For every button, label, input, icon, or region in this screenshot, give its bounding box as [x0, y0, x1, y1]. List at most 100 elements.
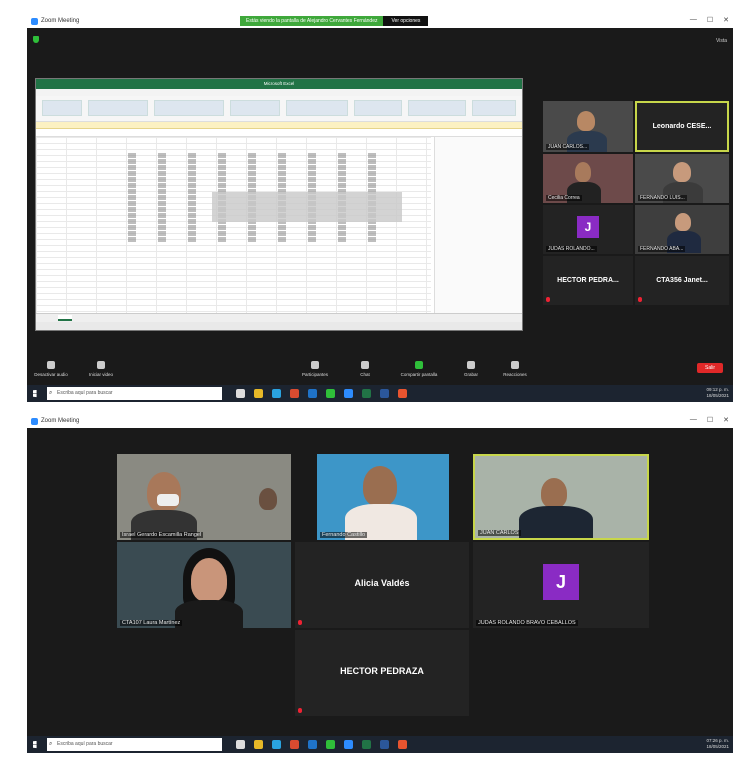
office-icon[interactable]	[290, 389, 299, 398]
window-title: Zoom Meeting	[41, 18, 80, 24]
participant-name: FERNANDO ABA...	[638, 246, 686, 252]
muted-mic-icon	[546, 297, 550, 302]
muted-mic-icon	[298, 620, 302, 625]
excel-icon[interactable]	[362, 740, 371, 749]
participant-tile[interactable]: Israel Gerardo Escamilla Rangel	[117, 454, 291, 540]
participants-button[interactable]: Participantes	[295, 361, 335, 377]
close-icon[interactable]: ✕	[723, 416, 729, 424]
participant-name: Israel Gerardo Escamilla Rangel	[120, 532, 204, 538]
zoom-app-icon	[31, 417, 38, 425]
maximize-icon[interactable]: ☐	[707, 16, 713, 24]
taskbar-apps	[236, 389, 407, 398]
avatar: J	[543, 563, 579, 600]
participant-tile[interactable]: CTA107 Laura Martínez	[117, 542, 291, 628]
participant-tile[interactable]: CTA356 Janet...	[635, 256, 729, 305]
excel-icon[interactable]	[362, 389, 371, 398]
participant-name: HECTOR PEDRA...	[557, 276, 619, 284]
minimize-icon[interactable]: —	[690, 416, 697, 424]
taskbar-search[interactable]: Escriba aquí para buscar	[47, 387, 222, 400]
minimize-icon[interactable]: —	[690, 16, 697, 24]
participant-tile[interactable]: Cecilia Correa	[543, 154, 633, 203]
start-video-button[interactable]: Iniciar video	[81, 361, 121, 377]
window-titlebar: Zoom Meeting — ☐ ✕	[27, 414, 733, 428]
outlook-icon[interactable]	[308, 389, 317, 398]
task-view-icon[interactable]	[236, 389, 245, 398]
participant-name: Alicia Valdés	[354, 578, 410, 589]
share-screen-icon	[415, 361, 423, 369]
excel-title: Microsoft Excel	[36, 79, 522, 89]
participant-tile[interactable]: Alicia Valdés	[295, 542, 469, 628]
video-camera-icon	[97, 361, 105, 369]
file-explorer-icon[interactable]	[254, 740, 263, 749]
participant-tile-active[interactable]: JUAN CARLOS	[473, 454, 649, 540]
participant-tile-active[interactable]: Leonardo CESE...	[635, 101, 729, 152]
maximize-icon[interactable]: ☐	[707, 416, 713, 424]
window-controls: — ☐ ✕	[690, 16, 729, 24]
edge-icon[interactable]	[272, 740, 281, 749]
firefox-icon[interactable]	[398, 389, 407, 398]
participant-tile[interactable]: HECTOR PEDRAZA	[295, 630, 469, 716]
excel-status-bar	[36, 322, 522, 330]
microphone-icon	[47, 361, 55, 369]
excel-formula-bar	[36, 129, 522, 137]
mute-button[interactable]: Desactivar audio	[31, 361, 71, 377]
excel-selected-range	[212, 192, 402, 222]
windows-start-icon[interactable]	[33, 389, 37, 398]
avatar: J	[577, 215, 599, 238]
chat-button[interactable]: Chat	[345, 361, 385, 377]
zoom-taskbar-icon[interactable]	[344, 740, 353, 749]
system-clock[interactable]: 07:26 p. m. 18/05/2021	[706, 738, 729, 750]
participant-tile[interactable]: FERNANDO LUIS...	[635, 154, 729, 203]
chrome-icon[interactable]	[326, 389, 335, 398]
meeting-controls: Desactivar audio Iniciar video Participa…	[27, 359, 733, 385]
reactions-button[interactable]: Reacciones	[495, 361, 535, 377]
zoom-app-icon	[31, 17, 38, 25]
close-icon[interactable]: ✕	[723, 16, 729, 24]
excel-sheet-tabs	[36, 313, 522, 322]
zoom-window-screen-share: Zoom Meeting — ☐ ✕ Estás viendo la panta…	[27, 14, 733, 402]
edge-icon[interactable]	[272, 389, 281, 398]
view-options-button[interactable]: Ver opciones	[383, 16, 429, 26]
windows-taskbar: Escriba aquí para buscar 07:26 p. m. 18/…	[27, 736, 733, 753]
security-shield-icon[interactable]	[33, 36, 39, 43]
record-icon	[467, 361, 475, 369]
zoom-taskbar-icon[interactable]	[344, 389, 353, 398]
excel-ribbon	[36, 96, 522, 122]
word-icon[interactable]	[380, 740, 389, 749]
office-icon[interactable]	[290, 740, 299, 749]
participant-tile[interactable]: Fernando Castillo	[317, 454, 449, 540]
participant-name: CTA356 Janet...	[656, 276, 708, 284]
share-banner: Estás viendo la pantalla de Alejandro Ce…	[240, 16, 429, 26]
participant-tile[interactable]: FERNANDO ABA...	[635, 205, 729, 254]
participant-name: JUAN CARLOS...	[546, 144, 590, 150]
window-title: Zoom Meeting	[41, 418, 80, 424]
participant-name: Leonardo CESE...	[652, 122, 712, 130]
taskbar-search[interactable]: Escriba aquí para buscar	[47, 738, 222, 751]
record-button[interactable]: Grabar	[451, 361, 491, 377]
chrome-icon[interactable]	[326, 740, 335, 749]
task-view-icon[interactable]	[236, 740, 245, 749]
excel-menu	[36, 89, 522, 96]
participant-name: JUDAS ROLANDO...	[546, 246, 597, 252]
participant-name: FERNANDO LUIS...	[638, 195, 687, 201]
sheet-tab[interactable]	[58, 315, 72, 321]
windows-taskbar: Escriba aquí para buscar 09:12 p. m. 18/…	[27, 385, 733, 402]
end-meeting-button[interactable]: Salir	[697, 363, 723, 373]
firefox-icon[interactable]	[398, 740, 407, 749]
chat-icon	[361, 361, 369, 369]
word-icon[interactable]	[380, 389, 389, 398]
file-explorer-icon[interactable]	[254, 389, 263, 398]
participant-tile[interactable]: JUAN CARLOS...	[543, 101, 633, 152]
windows-start-icon[interactable]	[33, 740, 37, 749]
participant-name: Cecilia Correa	[546, 195, 582, 201]
outlook-icon[interactable]	[308, 740, 317, 749]
participant-tile[interactable]: HECTOR PEDRA...	[543, 256, 633, 305]
participant-tile[interactable]: J JUDAS ROLANDO...	[543, 205, 633, 254]
participant-tile[interactable]: J JUDAS ROLANDO BRAVO CEBALLOS	[473, 542, 649, 628]
muted-mic-icon	[298, 708, 302, 713]
viewing-screen-label: Estás viendo la pantalla de Alejandro Ce…	[240, 16, 384, 26]
system-clock[interactable]: 09:12 p. m. 18/05/2021	[706, 387, 729, 399]
view-button[interactable]: Vista	[716, 38, 727, 44]
share-screen-button[interactable]: Compartir pantalla	[399, 361, 439, 377]
shared-excel-screen: Microsoft Excel	[35, 78, 523, 331]
